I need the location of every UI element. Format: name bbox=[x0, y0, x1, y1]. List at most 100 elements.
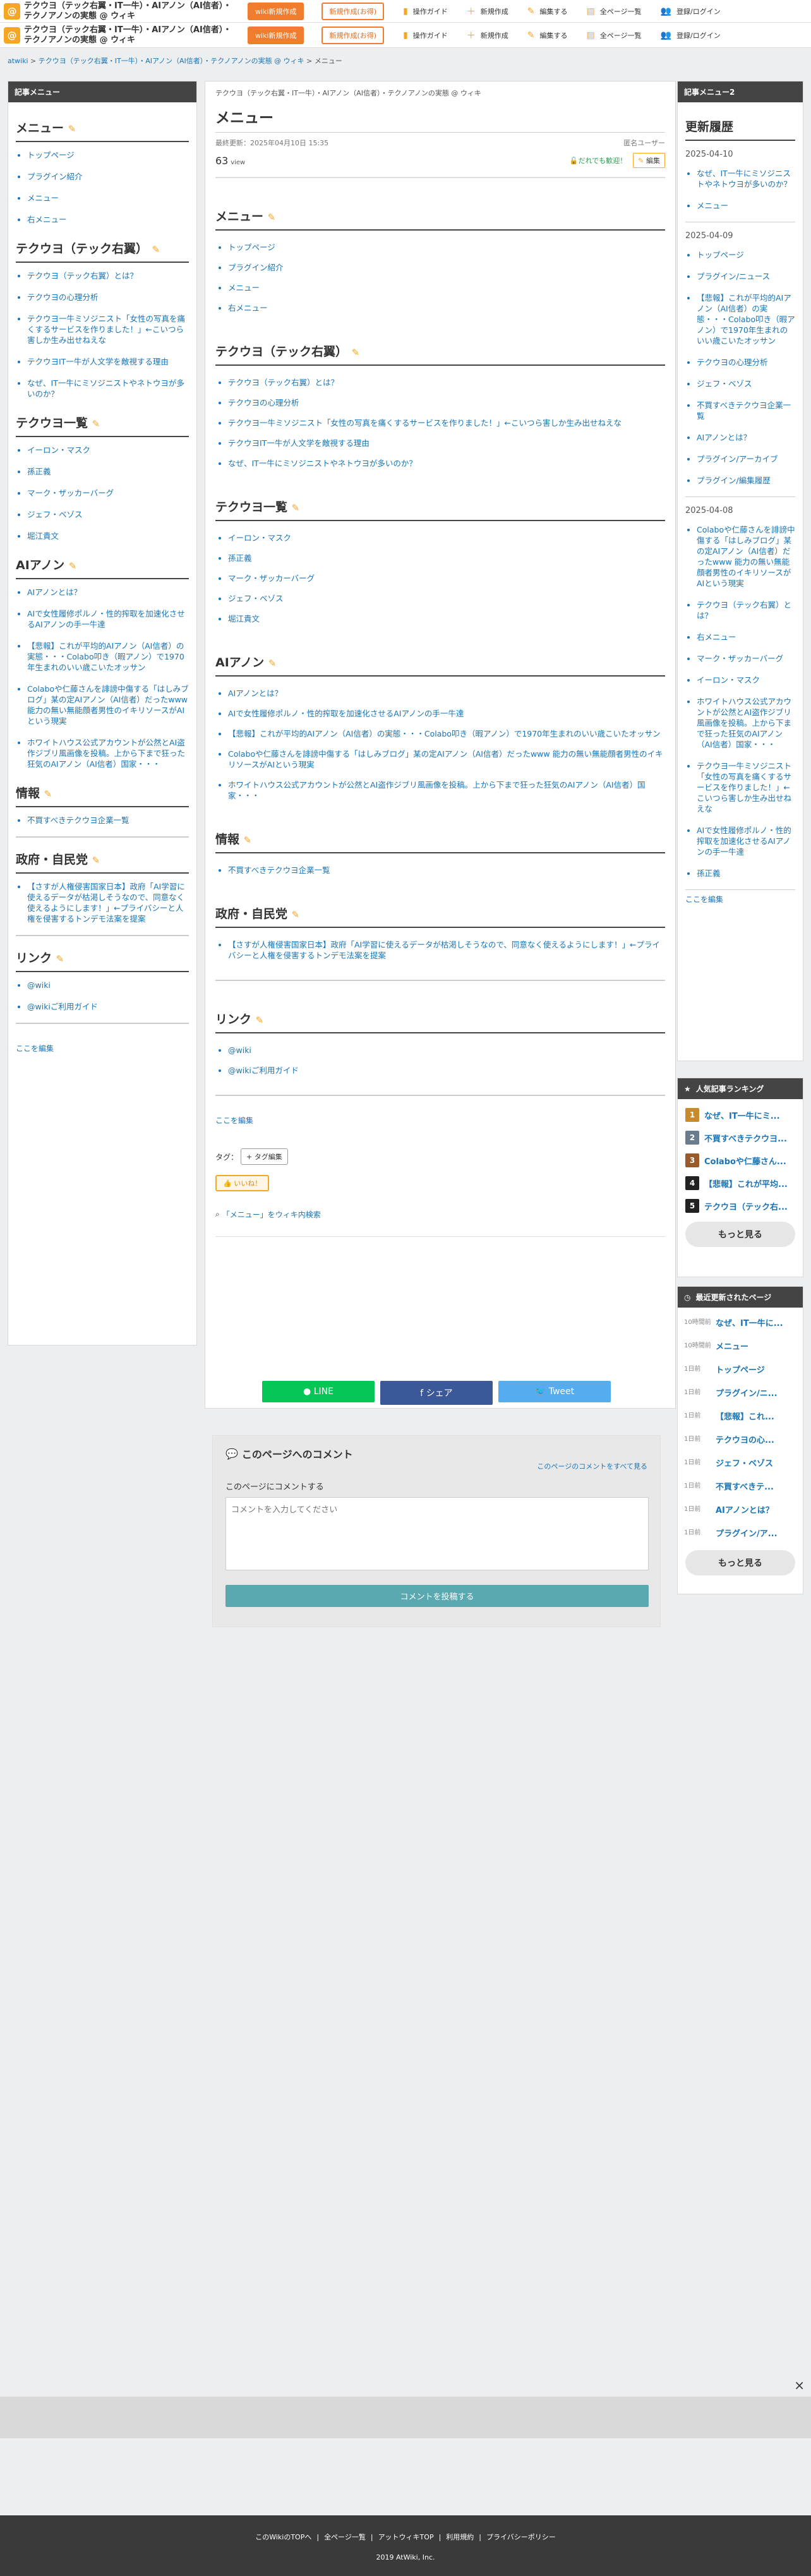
share-facebook-button[interactable]: f シェア bbox=[380, 1381, 493, 1405]
content-list-item[interactable]: AIアノンとは？ bbox=[228, 688, 665, 699]
ranking-title[interactable]: テクウヨ（テック右... bbox=[704, 1200, 788, 1212]
footer-link[interactable]: アットウィキTOP bbox=[378, 2533, 434, 2541]
atwiki-logo[interactable]: @ bbox=[4, 27, 20, 44]
recent-page[interactable]: プラグイン/ア... bbox=[716, 1527, 778, 1539]
tag-edit-button[interactable]: + タグ編集 bbox=[241, 1148, 288, 1165]
left-menu-item[interactable]: ホワイトハウス公式アカウントが公然とAI盗作ジブリ風画像を投稿。上から下まで狂っ… bbox=[27, 737, 189, 769]
wiki-search-label[interactable]: 「メニュー」をウィキ内検索 bbox=[222, 1209, 321, 1220]
recent-item[interactable]: 1日前 テクウヨの心... bbox=[684, 1433, 796, 1445]
content-list-item[interactable]: 不買すべきテクウヨ企業一覧 bbox=[228, 865, 665, 876]
content-list-item[interactable]: ジェフ・ベゾス bbox=[228, 593, 665, 604]
comment-input[interactable] bbox=[225, 1497, 649, 1570]
history-item[interactable]: 右メニュー bbox=[697, 632, 795, 642]
content-list-item[interactable]: テクウヨの心理分析 bbox=[228, 397, 665, 408]
history-item[interactable]: 【悲報】これが平均的AIアノン（AI信者）の実態・・・Colabo叩き（暇アノン… bbox=[697, 292, 795, 346]
like-button[interactable]: 👍 いいね！ bbox=[215, 1175, 270, 1191]
close-icon[interactable]: × bbox=[794, 2378, 805, 2393]
left-menu-item[interactable]: AIで女性履修ポルノ・性的搾取を加速化させるAIアノンの手一牛達 bbox=[27, 608, 189, 630]
content-list-item[interactable]: テクウヨIT一牛が人文学を敵視する理由 bbox=[228, 438, 665, 448]
content-list-item[interactable]: イーロン・マスク bbox=[228, 533, 665, 543]
history-item[interactable]: Colaboや仁藤さんを誹謗中傷する「はしみブログ」某の定AIアノン（AI信者）… bbox=[697, 524, 795, 589]
recent-page[interactable]: トップページ bbox=[716, 1363, 765, 1375]
footer-link[interactable]: このWikiのTOPへ bbox=[255, 2533, 311, 2541]
content-list-item[interactable]: マーク・ザッカーバーグ bbox=[228, 573, 665, 584]
nav-edit[interactable]: ✎ 編集する bbox=[527, 5, 568, 18]
content-list-item[interactable]: ホワイトハウス公式アカウントが公然とAI盗作ジブリ風画像を投稿。上から下まで狂っ… bbox=[228, 779, 665, 801]
breadcrumb-wiki[interactable]: テクウヨ（テック右翼・IT一牛）・AIアノン（AI信者）・テクノアノンの実態 @… bbox=[39, 57, 304, 65]
ranking-item[interactable]: 2 不買すべきテクウヨ... bbox=[685, 1131, 795, 1145]
history-item[interactable]: プラグイン/ニュース bbox=[697, 271, 795, 282]
content-list-item[interactable]: 【悲報】これが平均的AIアノン（AI信者）の実態・・・Colabo叩き（暇アノン… bbox=[228, 728, 665, 739]
ranking-title[interactable]: 不買すべきテクウヨ... bbox=[704, 1132, 787, 1144]
share-twitter-button[interactable]: 🐦 Tweet bbox=[498, 1381, 611, 1402]
recent-page[interactable]: ジェフ・ベゾス bbox=[716, 1457, 773, 1469]
recent-item[interactable]: 1日前 【悲報】これ... bbox=[684, 1410, 796, 1422]
left-menu-item[interactable]: 孫正義 bbox=[27, 466, 189, 477]
left-menu-item[interactable]: AIアノンとは？ bbox=[27, 587, 189, 598]
content-list-item[interactable]: プラグイン紹介 bbox=[228, 262, 665, 273]
history-item[interactable]: テクウヨ（テック右翼）とは？ bbox=[697, 599, 795, 621]
left-menu-item[interactable]: テクウヨ（テック右翼）とは？ bbox=[27, 270, 189, 281]
left-menu-item[interactable]: テクウヨの心理分析 bbox=[27, 292, 189, 303]
history-item[interactable]: AIで女性履修ポルノ・性的搾取を加速化させるAIアノンの手一牛達 bbox=[697, 825, 795, 857]
ranking-title[interactable]: Colaboや仁藤さん... bbox=[704, 1155, 786, 1167]
history-item[interactable]: イーロン・マスク bbox=[697, 675, 795, 685]
register-button[interactable]: 新規作成(お得) bbox=[321, 2, 385, 20]
nav-guide[interactable]: ▮ 操作ガイド bbox=[403, 5, 448, 18]
history-item[interactable]: 孫正義 bbox=[697, 868, 795, 879]
content-list-item[interactable]: テクウヨ（テック右翼）とは？ bbox=[228, 377, 665, 388]
recent-item[interactable]: 10時間前 なぜ、IT一牛に... bbox=[684, 1316, 796, 1328]
recent-item[interactable]: 1日前 トップページ bbox=[684, 1363, 796, 1375]
site-title[interactable]: テクウヨ（テック右翼・IT一牛）・AIアノン（AI信者）・テクノアノンの実態 @… bbox=[24, 25, 232, 45]
wiki-create-button[interactable]: wiki新規作成 bbox=[248, 26, 304, 44]
content-list-item[interactable]: なぜ、IT一牛にミソジニストやネトウヨが多いのか？ bbox=[228, 458, 665, 469]
ranking-more-button[interactable]: もっと見る bbox=[685, 1222, 795, 1247]
history-item[interactable]: プラグイン/アーカイブ bbox=[697, 454, 795, 464]
left-menu-item[interactable]: Colaboや仁藤さんを誹謗中傷する「はしみブログ」某の定AIアノン（AI信者）… bbox=[27, 683, 189, 726]
nav-user[interactable]: 👥 登録/ログイン bbox=[661, 29, 721, 42]
content-list-item[interactable]: Colaboや仁藤さんを誹謗中傷する「はしみブログ」某の定AIアノン（AI信者）… bbox=[228, 749, 665, 770]
nav-edit[interactable]: ✎ 編集する bbox=[527, 29, 568, 42]
recent-item[interactable]: 10時間前 メニュー bbox=[684, 1340, 796, 1352]
history-item[interactable]: ホワイトハウス公式アカウントが公然とAI盗作ジブリ風画像を投稿。上から下まで狂っ… bbox=[697, 696, 795, 750]
nav-pages[interactable]: ▤ 全ページ一覧 bbox=[587, 29, 642, 42]
left-menu-item[interactable]: 【さすが人権侵害国家日本】政府「AI学習に使えるデータが枯渇しそうなので、同意な… bbox=[27, 881, 189, 924]
left-menu-item[interactable]: 不買すべきテクウヨ企業一覧 bbox=[27, 815, 189, 826]
recent-page[interactable]: 【悲報】これ... bbox=[716, 1410, 774, 1422]
author[interactable]: 匿名ユーザー bbox=[623, 138, 665, 148]
history-item[interactable]: ジェフ・ベゾス bbox=[697, 378, 795, 389]
content-list-item[interactable]: 孫正義 bbox=[228, 553, 665, 563]
recent-item[interactable]: 1日前 AIアノンとは？ bbox=[684, 1503, 796, 1515]
history-item[interactable]: なぜ、IT一牛にミソジニストやネトウヨが多いのか？ bbox=[697, 168, 795, 190]
ranking-item[interactable]: 4 【悲報】これが平均... bbox=[685, 1176, 795, 1190]
content-list-item[interactable]: 【さすが人権侵害国家日本】政府「AI学習に使えるデータが枯渇しそうなので、同意な… bbox=[228, 939, 665, 961]
recent-item[interactable]: 1日前 プラグイン/ア... bbox=[684, 1527, 796, 1539]
nav-user[interactable]: 👥 登録/ログイン bbox=[661, 5, 721, 18]
history-item[interactable]: AIアノンとは？ bbox=[697, 432, 795, 443]
page-edit-button[interactable]: ✎ 編集 bbox=[633, 153, 665, 168]
wiki-create-button[interactable]: wiki新規作成 bbox=[248, 2, 304, 20]
footer-link[interactable]: 利用規約 bbox=[446, 2533, 474, 2541]
content-list-item[interactable]: テクウヨ一牛ミソジニスト「女性の写真を痛くするサービスを作りました！」←こいつら… bbox=[228, 418, 665, 428]
history-item[interactable]: マーク・ザッカーバーグ bbox=[697, 653, 795, 664]
ranking-title[interactable]: 【悲報】これが平均... bbox=[704, 1177, 788, 1189]
left-menu-item[interactable]: テクウヨIT一牛が人文学を敵視する理由 bbox=[27, 356, 189, 367]
content-list-item[interactable]: @wikiご利用ガイド bbox=[228, 1065, 665, 1076]
content-list-item[interactable]: 堀江貴文 bbox=[228, 613, 665, 624]
content-list-item[interactable]: @wiki bbox=[228, 1045, 665, 1056]
ranking-title[interactable]: なぜ、IT一牛にミ... bbox=[704, 1109, 780, 1121]
right-edit-link[interactable]: ここを編集 bbox=[685, 894, 795, 905]
left-menu-item[interactable]: 堀江貴文 bbox=[27, 531, 189, 541]
comment-submit-button[interactable]: コメントを投稿する bbox=[225, 1585, 649, 1607]
footer-link[interactable]: 全ページ一覧 bbox=[324, 2533, 366, 2541]
content-list-item[interactable]: AIで女性履修ポルノ・性的搾取を加速化させるAIアノンの手一牛達 bbox=[228, 708, 665, 719]
left-menu-item[interactable]: メニュー bbox=[27, 193, 189, 203]
nav-plus[interactable]: ＋ 新規作成 bbox=[467, 5, 508, 18]
history-item[interactable]: トップページ bbox=[697, 250, 795, 260]
recent-page[interactable]: メニュー bbox=[716, 1340, 748, 1352]
atwiki-logo[interactable]: @ bbox=[4, 3, 20, 20]
all-comments-link[interactable]: このページのコメントをすべて見る bbox=[225, 1461, 647, 1471]
history-item[interactable]: テクウヨ一牛ミソジニスト「女性の写真を痛くするサービスを作りました！」←こいつら… bbox=[697, 761, 795, 814]
nav-pages[interactable]: ▤ 全ページ一覧 bbox=[587, 5, 642, 18]
left-menu-item[interactable]: プラグイン紹介 bbox=[27, 171, 189, 182]
